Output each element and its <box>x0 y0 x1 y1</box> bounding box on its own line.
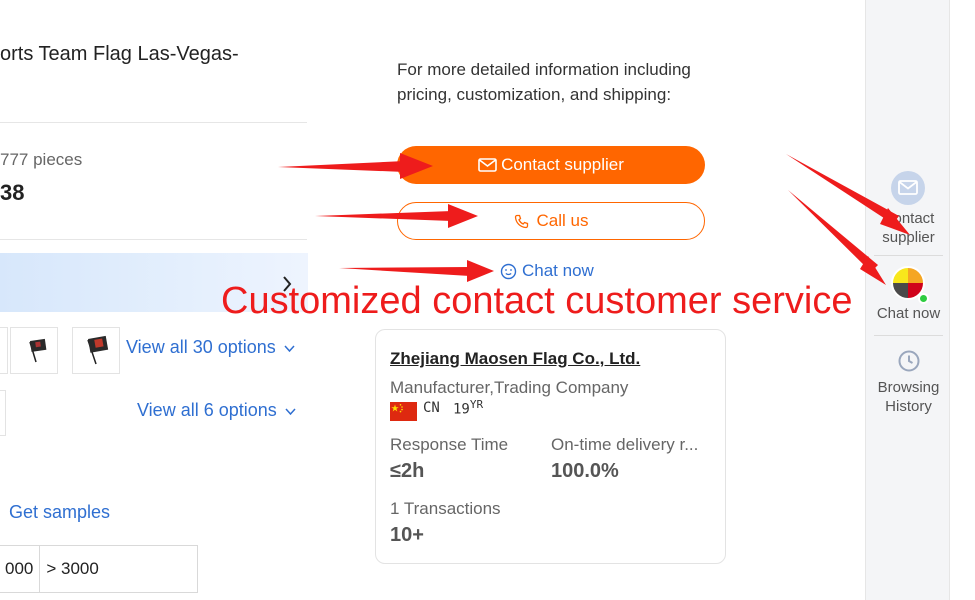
product-title: orts Team Flag Las-Vegas- <box>0 43 239 65</box>
online-status-dot <box>918 293 929 304</box>
call-us-button[interactable]: Call us <box>397 202 705 240</box>
option-thumbnail[interactable] <box>72 327 120 374</box>
flag-thumbnail-icon <box>87 335 109 365</box>
table-cell: 000 <box>0 545 41 593</box>
ontime-delivery-label: On-time delivery r... <box>551 435 699 454</box>
smiley-chat-icon <box>500 263 517 279</box>
option-thumbnail[interactable] <box>10 327 58 374</box>
sidebar-contact-supplier[interactable]: Contact supplier <box>866 209 951 247</box>
divider <box>0 239 307 240</box>
supplier-card: Zhejiang Maosen Flag Co., Ltd. Manufactu… <box>375 329 726 564</box>
option-swatch[interactable] <box>0 327 8 374</box>
mail-icon <box>891 171 925 205</box>
supplier-name-link[interactable]: Zhejiang Maosen Flag Co., Ltd. <box>390 349 640 369</box>
chat-now-label: Chat now <box>522 261 594 280</box>
call-us-label: Call us <box>536 211 589 230</box>
contact-supplier-button[interactable]: Contact supplier <box>397 146 705 184</box>
product-price: 38 <box>0 180 25 205</box>
divider <box>874 335 943 336</box>
response-time-value: ≤2h <box>390 460 425 482</box>
arrow-to-chat-now <box>339 260 494 282</box>
mail-icon <box>478 158 497 172</box>
table-cell: > 3000 <box>39 545 199 593</box>
chat-now-link[interactable]: Chat now <box>500 261 594 281</box>
contact-supplier-label: Contact supplier <box>501 155 624 174</box>
price-tier-table: 000 > 3000 <box>0 545 199 593</box>
view-all-options-label: View all 6 options <box>137 400 277 420</box>
min-order-quantity: 777 pieces <box>0 150 83 169</box>
get-samples-link[interactable]: Get samples <box>9 502 110 523</box>
option-swatch[interactable] <box>0 390 6 436</box>
annotation-caption: Customized contact customer service <box>221 280 853 322</box>
table-row: 000 > 3000 <box>0 545 199 593</box>
page: orts Team Flag Las-Vegas- 777 pieces 38 … <box>0 0 975 600</box>
chevron-down-icon <box>285 400 296 421</box>
view-all-options-label: View all 30 options <box>126 337 276 357</box>
supplier-type: Manufacturer,Trading Company <box>390 378 629 397</box>
sidebar-browsing-history[interactable]: Browsing History <box>866 378 951 416</box>
flag-thumbnail-icon <box>29 338 47 363</box>
right-sidebar: Contact supplier Chat now Browsing Histo… <box>865 0 950 600</box>
divider <box>874 255 943 256</box>
view-all-options-link[interactable]: View all 30 options <box>126 337 295 358</box>
ontime-delivery-value: 100.0% <box>551 460 619 482</box>
sidebar-chat-now[interactable]: Chat now <box>866 304 951 323</box>
view-all-options-link[interactable]: View all 6 options <box>137 400 296 421</box>
divider <box>0 122 307 123</box>
transactions-value: 10+ <box>390 524 424 546</box>
clock-history-icon <box>898 350 920 372</box>
phone-icon <box>514 214 528 228</box>
transactions-label: 1 Transactions <box>390 499 501 518</box>
response-time-label: Response Time <box>390 435 509 454</box>
supplier-country: CN <box>423 400 440 416</box>
china-flag-icon <box>390 402 417 421</box>
supplier-years: 19YR <box>453 398 484 418</box>
chevron-down-icon <box>284 337 295 358</box>
contact-info-text: For more detailed information including … <box>397 60 691 104</box>
